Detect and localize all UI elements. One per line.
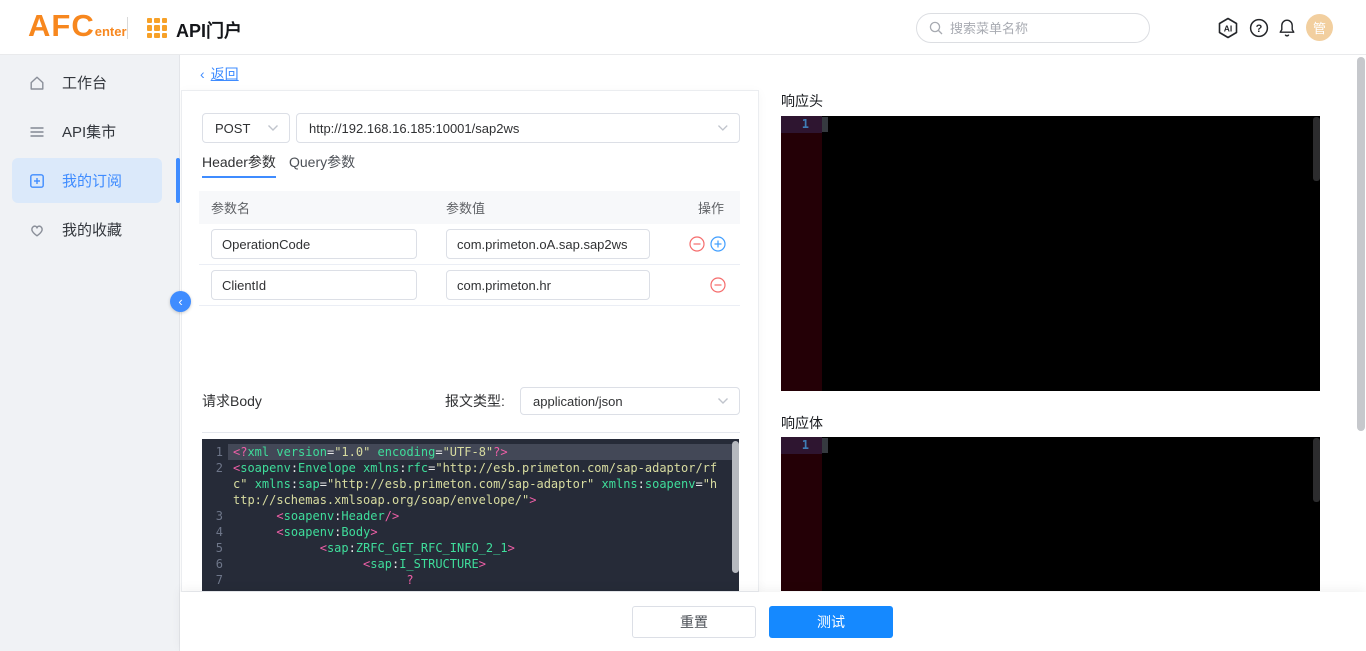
response-body-label: 响应体 [781, 415, 823, 431]
app-grid-icon[interactable] [147, 18, 167, 38]
line-number: 6 [215, 557, 223, 571]
sidebar-collapse-button[interactable]: ‹ [170, 291, 191, 312]
response-headers-label: 响应头 [781, 93, 823, 109]
search-icon [929, 21, 943, 35]
response-headers-editor[interactable]: 1 [781, 116, 1320, 391]
code-line: 3 <soapenv:Header/> [202, 508, 739, 524]
subscribe-icon [28, 172, 46, 190]
param-name-input[interactable] [211, 229, 417, 259]
remove-param-icon[interactable] [689, 236, 705, 252]
editor-gutter [781, 437, 822, 591]
request-card: POST Header参数 Query参数 参数名 参数值 操作 请求Body … [181, 90, 759, 592]
chevron-down-icon [268, 125, 278, 131]
text-cursor [822, 117, 828, 132]
param-name-input[interactable] [211, 270, 417, 300]
param-row-actions [689, 236, 740, 252]
remove-param-icon[interactable] [710, 277, 726, 293]
param-row [199, 224, 740, 265]
heart-icon [28, 221, 46, 239]
text-cursor [822, 438, 828, 453]
user-avatar[interactable]: 管 [1306, 14, 1333, 41]
line-number: 1 [781, 437, 822, 454]
sidebar-item-label: 我的订阅 [62, 173, 123, 190]
sidebar-item-API集市[interactable]: API集市 [0, 107, 179, 156]
request-body-label: 请求Body [202, 393, 262, 409]
http-method-value: POST [215, 120, 251, 136]
param-value-input[interactable] [446, 270, 650, 300]
line-number: 2 [215, 461, 223, 475]
logo-sub-text: enter [94, 24, 127, 39]
add-param-icon[interactable] [710, 236, 726, 252]
sidebar-item-我的订阅[interactable]: 我的订阅 [0, 156, 180, 205]
logo-main-text: AFC [28, 8, 95, 43]
sidebar-item-label: 我的收藏 [62, 222, 123, 239]
param-row-actions [710, 277, 740, 293]
back-label: 返回 [210, 66, 239, 82]
page-scrollbar[interactable] [1357, 57, 1365, 431]
editor-scrollbar[interactable] [1313, 117, 1320, 181]
ai-assistant-icon[interactable]: AI [1217, 17, 1239, 39]
request-body-code-editor[interactable]: 1 <?xml version="1.0" encoding="UTF-8"?> 2… [202, 439, 739, 591]
content-type-select[interactable]: application/json [520, 387, 740, 415]
param-row [199, 265, 740, 306]
tab-header-params[interactable]: Header参数 [202, 152, 276, 178]
editor-gutter [781, 116, 822, 391]
back-link[interactable]: ‹ 返回 [200, 64, 239, 84]
code-line: 6 <sap:I_STRUCTURE> [202, 556, 739, 572]
chevron-down-icon [718, 398, 728, 404]
line-number: 4 [215, 525, 223, 539]
content-type-value: application/json [533, 393, 623, 409]
sidebar-item-我的收藏[interactable]: 我的收藏 [0, 205, 179, 254]
back-chevron-icon: ‹ [200, 66, 205, 82]
col-param-name: 参数名 [211, 201, 251, 216]
col-param-value: 参数值 [446, 201, 486, 216]
home-icon [28, 74, 46, 92]
param-value-input[interactable] [446, 229, 650, 259]
header-divider [127, 17, 128, 39]
app-title: API门户 [176, 21, 243, 41]
line-number: 1 [781, 116, 822, 133]
svg-text:AI: AI [1224, 24, 1233, 34]
line-number: 5 [215, 541, 223, 555]
col-actions: 操作 [697, 201, 724, 216]
sidebar-item-label: 工作台 [62, 75, 108, 92]
list-icon [28, 123, 46, 141]
sidebar-item-工作台[interactable]: 工作台 [0, 58, 179, 107]
action-footer: 重置 测试 [180, 592, 1366, 651]
request-url-combobox[interactable] [296, 113, 740, 143]
content-type-label: 报文类型: [445, 393, 505, 409]
code-line: 4 <soapenv:Body> [202, 524, 739, 540]
code-line: 7 ? [202, 572, 739, 588]
menu-search-box[interactable] [916, 13, 1150, 43]
svg-text:?: ? [1256, 23, 1263, 35]
request-url-input[interactable] [309, 120, 718, 136]
line-number: 1 [215, 445, 223, 459]
line-number: 3 [215, 509, 223, 523]
param-table: 参数名 参数值 操作 [199, 191, 740, 306]
tab-query-params[interactable]: Query参数 [289, 152, 355, 178]
sidebar-item-label: API集市 [62, 124, 117, 141]
code-editor-scrollbar[interactable] [732, 441, 739, 573]
help-icon[interactable]: ? [1249, 18, 1269, 38]
sidebar-nav: 工作台 API集市我的订阅我的收藏 [0, 55, 180, 651]
search-input[interactable] [950, 20, 1137, 36]
param-table-header: 参数名 参数值 操作 [199, 191, 740, 224]
afcenter-logo[interactable]: AFC enter [28, 8, 127, 44]
test-button[interactable]: 测试 [769, 606, 893, 638]
chevron-down-icon [718, 125, 729, 131]
code-line: 5 <sap:ZRFC_GET_RFC_INFO_2_1> [202, 540, 739, 556]
code-line: 1 <?xml version="1.0" encoding="UTF-8"?> [202, 444, 739, 460]
http-method-select[interactable]: POST [202, 113, 290, 143]
reset-button[interactable]: 重置 [632, 606, 756, 638]
top-header: AFC enter API门户 AI ? 管 [0, 0, 1366, 55]
code-line: 2 <soapenv:Envelope xmlns:rfc="http://esb… [202, 460, 739, 508]
response-body-editor[interactable]: 1 [781, 437, 1320, 591]
notification-bell-icon[interactable] [1277, 18, 1297, 39]
editor-scrollbar[interactable] [1313, 438, 1320, 502]
editor-divider [202, 432, 740, 433]
line-number: 7 [215, 573, 223, 587]
